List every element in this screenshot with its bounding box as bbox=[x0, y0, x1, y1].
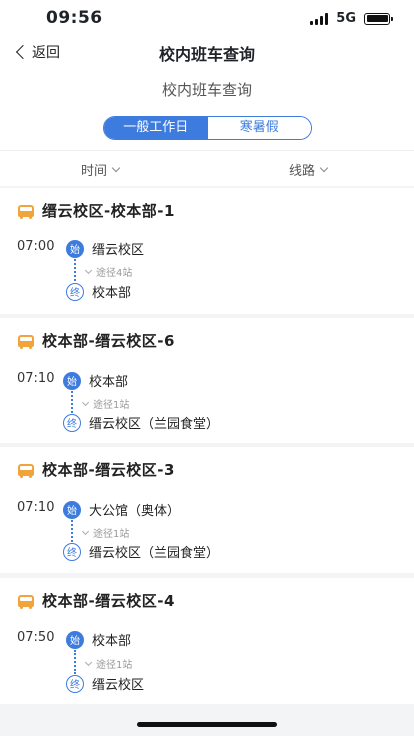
chevron-down-icon bbox=[81, 527, 90, 535]
route-line bbox=[74, 650, 76, 674]
end-stop-name: 缙云校区（兰园食堂） bbox=[89, 417, 220, 432]
network-label: 5G bbox=[336, 11, 356, 26]
end-badge: 终 bbox=[66, 674, 84, 693]
start-badge: 始 bbox=[63, 371, 81, 390]
chevron-down-icon bbox=[84, 658, 93, 666]
start-badge: 始 bbox=[66, 239, 84, 258]
signal-icon bbox=[310, 12, 329, 25]
departure-time: 07:50 bbox=[17, 630, 55, 645]
time-filter-label: 时间 bbox=[81, 164, 108, 179]
start-stop: 始 大公馆（奥体） bbox=[63, 500, 180, 519]
route-header: 校本部-缙云校区-4 bbox=[18, 590, 175, 611]
end-stop: 终 缙云校区（兰园食堂） bbox=[63, 413, 219, 432]
start-stop: 始 缙云校区 bbox=[66, 239, 144, 258]
via-stops[interactable]: 途径1站 bbox=[81, 396, 130, 411]
start-stop-name: 校本部 bbox=[92, 634, 132, 649]
segment-workday[interactable]: 一般工作日 bbox=[104, 117, 208, 139]
bus-icon bbox=[18, 204, 34, 219]
chevron-down-icon bbox=[84, 266, 93, 274]
status-time: 09:56 bbox=[46, 8, 103, 28]
route-header: 校本部-缙云校区-3 bbox=[18, 459, 175, 480]
start-stop-name: 校本部 bbox=[89, 375, 129, 390]
start-stop: 始 校本部 bbox=[66, 630, 131, 649]
end-stop: 终 缙云校区（兰园食堂） bbox=[63, 542, 219, 561]
route-card[interactable]: 校本部-缙云校区-6 07:10 始 校本部 途径1站 终 缙云校区（兰园食堂） bbox=[0, 318, 414, 443]
time-filter[interactable]: 时间 bbox=[81, 160, 121, 179]
start-badge: 始 bbox=[63, 500, 81, 519]
bus-icon bbox=[18, 594, 34, 609]
departure-time: 07:10 bbox=[17, 500, 55, 515]
home-indicator[interactable] bbox=[137, 722, 277, 727]
battery-icon bbox=[364, 12, 393, 25]
status-indicators: 5G bbox=[310, 11, 393, 26]
via-label: 途径4站 bbox=[96, 268, 133, 279]
nav-bar: 返回 校内班车查询 bbox=[0, 38, 414, 70]
end-badge: 终 bbox=[66, 282, 84, 301]
route-header: 缙云校区-校本部-1 bbox=[18, 200, 175, 221]
route-line bbox=[71, 520, 73, 542]
schedule-segment-control: 一般工作日 寒暑假 bbox=[103, 116, 312, 140]
route-header: 校本部-缙云校区-6 bbox=[18, 330, 175, 351]
end-stop: 终 校本部 bbox=[66, 282, 131, 301]
page-title: 校内班车查询 bbox=[158, 45, 255, 64]
route-name: 缙云校区-校本部-1 bbox=[42, 202, 175, 220]
sub-title: 校内班车查询 bbox=[161, 81, 252, 99]
segment-vacation[interactable]: 寒暑假 bbox=[207, 117, 311, 139]
start-stop: 始 校本部 bbox=[63, 371, 128, 390]
chevron-down-icon bbox=[111, 163, 121, 172]
via-label: 途径1站 bbox=[93, 400, 130, 411]
start-stop-name: 大公馆（奥体） bbox=[89, 504, 181, 519]
via-stops[interactable]: 途径4站 bbox=[84, 264, 133, 279]
end-badge: 终 bbox=[63, 542, 81, 561]
route-filter-label: 线路 bbox=[289, 164, 316, 179]
chevron-down-icon bbox=[319, 163, 329, 172]
via-label: 途径1站 bbox=[96, 660, 133, 671]
end-stop-name: 缙云校区（兰园食堂） bbox=[89, 546, 220, 561]
end-stop: 终 缙云校区 bbox=[66, 674, 144, 693]
end-stop-name: 校本部 bbox=[92, 286, 132, 301]
route-card[interactable]: 校本部-缙云校区-4 07:50 始 校本部 途径1站 终 缙云校区 bbox=[0, 578, 414, 704]
end-stop-name: 缙云校区 bbox=[92, 678, 145, 693]
status-bar: 09:56 5G bbox=[0, 0, 414, 38]
route-name: 校本部-缙云校区-6 bbox=[42, 332, 175, 350]
bus-icon bbox=[18, 334, 34, 349]
end-badge: 终 bbox=[63, 413, 81, 432]
subheader: 校内班车查询 一般工作日 寒暑假 bbox=[0, 70, 414, 150]
filter-bar: 时间 线路 bbox=[0, 150, 414, 186]
route-line bbox=[74, 259, 76, 281]
via-stops[interactable]: 途径1站 bbox=[81, 525, 130, 540]
route-card[interactable]: 缙云校区-校本部-1 07:00 始 缙云校区 途径4站 终 校本部 bbox=[0, 188, 414, 314]
start-badge: 始 bbox=[66, 630, 84, 649]
start-stop-name: 缙云校区 bbox=[92, 243, 145, 258]
route-name: 校本部-缙云校区-3 bbox=[42, 461, 175, 479]
via-label: 途径1站 bbox=[93, 529, 130, 540]
bus-icon bbox=[18, 463, 34, 478]
route-line bbox=[71, 391, 73, 413]
route-card[interactable]: 校本部-缙云校区-3 07:10 始 大公馆（奥体） 途径1站 终 缙云校区（兰… bbox=[0, 447, 414, 573]
departure-time: 07:00 bbox=[17, 239, 55, 254]
route-filter[interactable]: 线路 bbox=[289, 160, 329, 179]
via-stops[interactable]: 途径1站 bbox=[84, 656, 133, 671]
departure-time: 07:10 bbox=[17, 371, 55, 386]
chevron-down-icon bbox=[81, 398, 90, 406]
route-name: 校本部-缙云校区-4 bbox=[42, 592, 175, 610]
